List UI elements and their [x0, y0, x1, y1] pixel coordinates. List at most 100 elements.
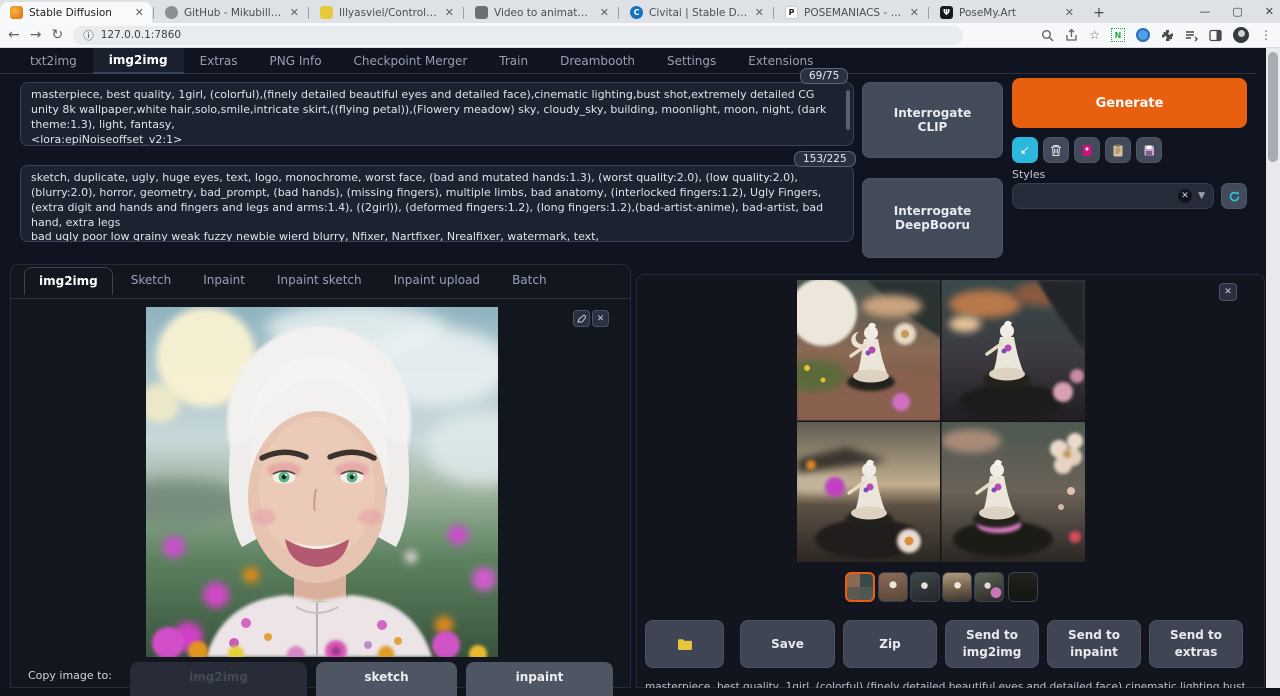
clear-prompt-button[interactable] [1043, 137, 1069, 163]
tab-close-icon[interactable]: ✕ [1065, 6, 1074, 19]
send-to-img2img-button[interactable]: Send to img2img [945, 620, 1039, 668]
prompt-token-counter: 69/75 [800, 68, 848, 84]
tab-txt2img[interactable]: txt2img [14, 49, 93, 73]
img2img-mode-tabs: img2img Sketch Inpaint Inpaint sketch In… [24, 267, 561, 295]
extra-networks-button[interactable] [1074, 137, 1100, 163]
gallery-thumbnail-4[interactable] [974, 572, 1004, 602]
styles-dropdown[interactable]: ✕ ▼ [1012, 183, 1214, 209]
open-folder-button[interactable] [645, 620, 724, 668]
extensions-puzzle-icon[interactable] [1161, 29, 1174, 42]
sidebar-icon[interactable] [1209, 29, 1222, 42]
send-to-inpaint-button[interactable]: Send to inpaint [1047, 620, 1141, 668]
subtab-inpaint-upload[interactable]: Inpaint upload [380, 267, 494, 295]
address-bar[interactable]: ⓘ 127.0.0.1:7860 [73, 26, 963, 45]
browser-tab-posemaniacs[interactable]: P POSEMANIACS - Royalty free 3 ✕ [775, 2, 927, 23]
styles-refresh-button[interactable] [1221, 183, 1247, 209]
interrogate-deepbooru-button[interactable]: Interrogate DeepBooru [862, 178, 1003, 258]
window-minimize-button[interactable]: — [1199, 5, 1210, 18]
share-icon[interactable] [1065, 29, 1078, 42]
gallery-thumbnail-1[interactable] [878, 572, 908, 602]
github-favicon [165, 6, 178, 19]
zip-button[interactable]: Zip [843, 620, 937, 668]
browser-tab-title: Civitai | Stable Diffusion models [649, 7, 749, 19]
save-style-button[interactable] [1136, 137, 1162, 163]
copy-to-img2img-button: img2img [130, 662, 307, 696]
profile-avatar[interactable] [1233, 27, 1249, 43]
browser-tab-controlnet[interactable]: Illyasviel/ControlNet at main ✕ [310, 2, 462, 23]
chevron-down-icon: ▼ [1198, 191, 1205, 201]
styles-clear-icon[interactable]: ✕ [1178, 189, 1192, 203]
scrollbar-thumb[interactable] [1268, 52, 1278, 162]
tab-close-icon[interactable]: ✕ [600, 6, 609, 19]
subtab-img2img[interactable]: img2img [24, 267, 113, 295]
browser-tab-civitai[interactable]: C Civitai | Stable Diffusion models ✕ [620, 2, 772, 23]
subtab-sketch[interactable]: Sketch [117, 267, 185, 295]
browser-tab-github[interactable]: GitHub - Mikubill/sd-webui-con ✕ [155, 2, 307, 23]
reload-button[interactable]: ↻ [51, 28, 63, 42]
tab-extras[interactable]: Extras [184, 49, 254, 73]
gallery-thumbnail-3[interactable] [942, 572, 972, 602]
new-tab-button[interactable]: + [1088, 3, 1110, 23]
posemaniacs-favicon: P [785, 6, 798, 19]
send-to-extras-button[interactable]: Send to extras [1149, 620, 1243, 668]
browser-tab-title: POSEMANIACS - Royalty free 3 [804, 7, 904, 19]
site-info-icon[interactable]: ⓘ [83, 28, 94, 43]
extra-networks-card-icon [1081, 144, 1093, 157]
tab-dreambooth[interactable]: Dreambooth [544, 49, 651, 73]
stable-diffusion-favicon [10, 6, 23, 19]
extension-blue-icon[interactable] [1136, 28, 1150, 42]
tab-png-info[interactable]: PNG Info [254, 49, 338, 73]
stable-diffusion-webui: txt2img img2img Extras PNG Info Checkpoi… [0, 48, 1280, 688]
tab-close-icon[interactable]: ✕ [445, 6, 454, 19]
tab-close-icon[interactable]: ✕ [910, 6, 919, 19]
prompt-scrollbar[interactable] [846, 90, 850, 130]
browser-tab-gif-converter[interactable]: Video to animated GIF converter ✕ [465, 2, 617, 23]
forward-button[interactable]: → [30, 28, 42, 42]
subtab-inpaint-sketch[interactable]: Inpaint sketch [263, 267, 376, 295]
read-parameters-button[interactable]: ↙ [1012, 137, 1038, 163]
extension-n-icon[interactable]: N [1111, 28, 1125, 42]
tab-train[interactable]: Train [483, 49, 544, 73]
browser-tab-title: PoseMy.Art [959, 7, 1059, 19]
gallery-thumbnail-5[interactable] [1008, 572, 1038, 602]
subtab-batch[interactable]: Batch [498, 267, 561, 295]
apply-styles-button[interactable] [1105, 137, 1131, 163]
back-button[interactable]: ← [8, 28, 20, 42]
gallery-thumbnail-grid[interactable] [845, 572, 875, 602]
menu-kebab-icon[interactable]: ⋮ [1260, 28, 1272, 42]
tab-close-icon[interactable]: ✕ [755, 6, 764, 19]
gallery-close-button[interactable]: ✕ [1219, 283, 1237, 301]
interrogate-clip-button[interactable]: Interrogate CLIP [862, 82, 1003, 158]
save-button[interactable]: Save [740, 620, 835, 668]
floppy-icon [1143, 144, 1155, 157]
generation-info-text: masterpiece, best quality, 1girl, (color… [645, 681, 1245, 688]
tab-checkpoint-merger[interactable]: Checkpoint Merger [338, 49, 484, 73]
browser-tab-posemyart[interactable]: Ψ PoseMy.Art ✕ [930, 2, 1082, 23]
image-edit-button[interactable] [573, 310, 590, 327]
civitai-favicon: C [630, 6, 643, 19]
source-image[interactable] [146, 307, 498, 657]
window-maximize-button[interactable]: ▢ [1232, 5, 1242, 18]
tab-img2img[interactable]: img2img [93, 48, 184, 74]
tab-close-icon[interactable]: ✕ [290, 6, 299, 19]
zoom-icon[interactable] [1041, 29, 1054, 42]
window-close-button[interactable]: ✕ [1265, 5, 1274, 18]
bookmark-star-icon[interactable]: ☆ [1089, 28, 1100, 42]
copy-to-inpaint-button[interactable]: inpaint [466, 662, 613, 696]
reading-list-icon[interactable] [1185, 29, 1198, 42]
styles-label: Styles [1012, 168, 1045, 181]
tab-close-icon[interactable]: ✕ [135, 6, 144, 19]
negative-prompt-input[interactable]: sketch, duplicate, ugly, huge eyes, text… [20, 165, 854, 242]
image-remove-button[interactable]: ✕ [592, 310, 609, 327]
tab-settings[interactable]: Settings [651, 49, 732, 73]
browser-tab-stable-diffusion[interactable]: Stable Diffusion ✕ [0, 2, 152, 23]
subtab-inpaint[interactable]: Inpaint [189, 267, 259, 295]
folder-icon [677, 638, 693, 651]
copy-to-sketch-button[interactable]: sketch [316, 662, 457, 696]
gallery-result-image[interactable] [797, 280, 1085, 562]
generate-button[interactable]: Generate [1012, 78, 1247, 128]
prompt-input[interactable]: masterpiece, best quality, 1girl, (color… [20, 82, 854, 146]
page-scrollbar[interactable] [1266, 48, 1280, 688]
gallery-thumbnail-2[interactable] [910, 572, 940, 602]
browser-tab-title: Illyasviel/ControlNet at main [339, 7, 439, 19]
